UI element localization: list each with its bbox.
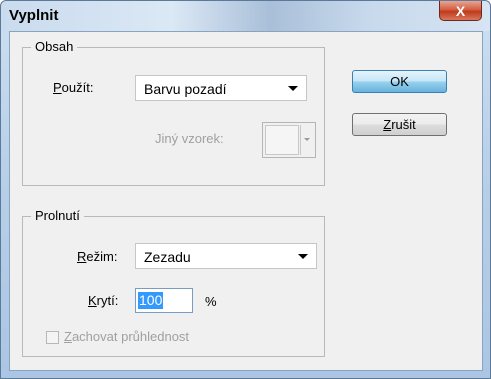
mode-select[interactable]: Zezadu [135, 243, 317, 269]
use-label: Použít: [53, 80, 93, 95]
opacity-label: Krytí: [88, 293, 118, 308]
use-label-text: oužít: [61, 80, 94, 95]
opacity-unit: % [205, 294, 217, 309]
window-title: Vyplnit [9, 7, 59, 24]
preserve-transparency-checkbox[interactable] [46, 331, 59, 344]
opacity-label-accel: K [88, 293, 97, 308]
opacity-input-value: 100 [138, 292, 164, 309]
blend-group: Prolnutí Režim: Zezadu Krytí: 100 % Zach… [22, 208, 325, 357]
blend-group-title: Prolnutí [31, 208, 84, 223]
preserve-label-text: achovat průhlednost [71, 329, 190, 344]
content-group: Obsah Použít: Barvu pozadí Jiný vzorek: [22, 39, 325, 186]
cancel-text: rušit [391, 117, 416, 132]
preserve-transparency-label[interactable]: Zachovat průhlednost [64, 329, 189, 344]
ok-button[interactable]: OK [352, 70, 447, 93]
custom-pattern-label: Jiný vzorek: [155, 131, 224, 146]
mode-label-accel: R [77, 249, 87, 264]
title-bar[interactable]: Vyplnit X [1, 1, 490, 31]
custom-pattern-picker[interactable] [262, 122, 316, 158]
chevron-down-icon [288, 86, 298, 91]
content-group-title: Obsah [31, 39, 78, 54]
chevron-down-icon [298, 254, 308, 259]
mode-label-text: ežim: [86, 249, 118, 264]
ok-button-label: OK [390, 74, 409, 89]
fill-dialog-window: Vyplnit X Obsah Použít: Barvu pozadí Jin… [0, 0, 491, 379]
opacity-input[interactable]: 100 [135, 288, 193, 313]
close-icon: X [455, 2, 466, 19]
cancel-button[interactable]: Zrušit [352, 113, 447, 136]
use-select-value: Barvu pozadí [144, 81, 227, 97]
preserve-label-accel: Z [64, 329, 72, 344]
cancel-accel: Z [383, 117, 392, 132]
use-select[interactable]: Barvu pozadí [135, 75, 307, 101]
mode-label: Režim: [77, 249, 117, 264]
close-button[interactable]: X [439, 1, 482, 21]
opacity-label-text: rytí: [96, 293, 119, 308]
use-label-accel: P [53, 80, 62, 95]
cancel-button-label: Zrušit [383, 117, 416, 132]
pattern-dropdown-icon [300, 125, 313, 155]
mode-select-value: Zezadu [144, 249, 191, 265]
dialog-client-area: Obsah Použít: Barvu pozadí Jiný vzorek: … [9, 31, 483, 371]
pattern-swatch [265, 125, 299, 155]
